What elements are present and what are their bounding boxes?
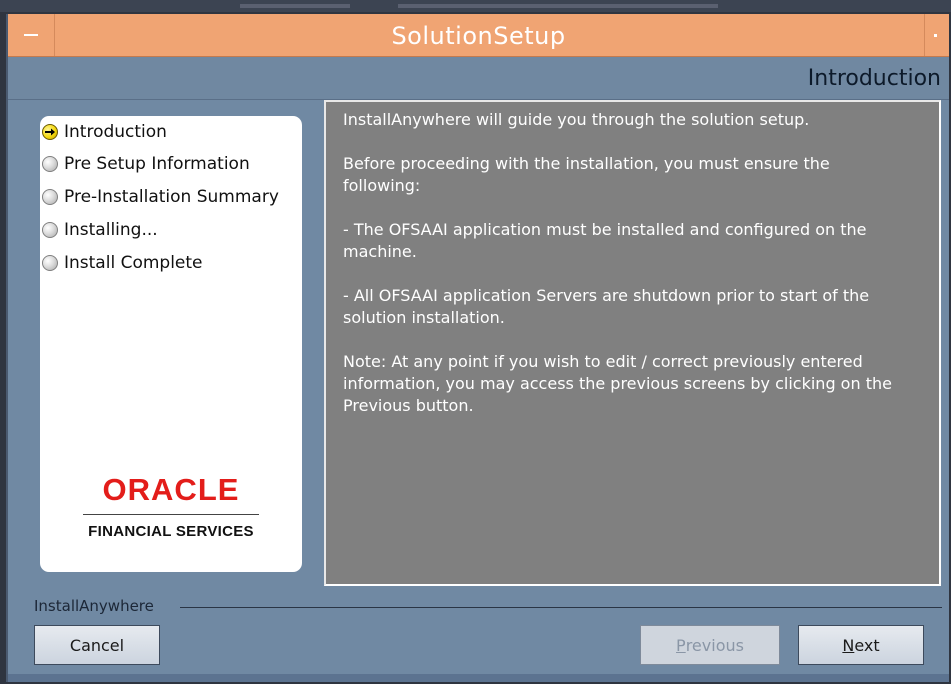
maximize-icon: [934, 34, 937, 37]
installer-window: SolutionSetup Introduction Introduction …: [6, 14, 949, 682]
previous-label-rest: revious: [685, 635, 744, 655]
taskbar-segment: [398, 4, 718, 8]
steps-panel: Introduction Pre Setup Information Pre-I…: [40, 116, 302, 572]
step-item-pre-setup-information: Pre Setup Information: [42, 153, 250, 175]
step-label: Pre-Installation Summary: [64, 187, 279, 207]
step-item-introduction: Introduction: [42, 121, 167, 143]
pending-step-icon: [42, 255, 58, 271]
previous-button[interactable]: Previous: [640, 625, 780, 665]
step-label: Pre Setup Information: [64, 154, 250, 174]
next-button[interactable]: Next: [798, 625, 924, 665]
oracle-logo: ORACLE FINANCIAL SERVICES: [40, 472, 302, 540]
step-item-installing: Installing...: [42, 219, 158, 241]
logo-divider: [83, 514, 259, 515]
installanywhere-label: InstallAnywhere: [34, 597, 154, 615]
pending-step-icon: [42, 156, 58, 172]
pending-step-icon: [42, 189, 58, 205]
pending-step-icon: [42, 222, 58, 238]
window-title: SolutionSetup: [391, 22, 566, 50]
taskbar-segment: [240, 4, 350, 8]
step-label: Installing...: [64, 220, 158, 240]
previous-mnemonic: P: [676, 635, 686, 655]
title-bar[interactable]: SolutionSetup: [8, 14, 949, 57]
window-control-button[interactable]: [924, 14, 949, 56]
content-paragraph: Before proceeding with the installation,…: [343, 154, 830, 195]
cancel-button[interactable]: Cancel: [34, 625, 160, 665]
step-item-install-complete: Install Complete: [42, 252, 203, 274]
content-paragraph: - The OFSAAI application must be install…: [343, 220, 867, 261]
next-mnemonic: N: [842, 635, 855, 655]
content-paragraph: Note: At any point if you wish to edit /…: [343, 352, 892, 415]
step-label: Install Complete: [64, 253, 203, 273]
content-paragraph: - All OFSAAI application Servers are shu…: [343, 286, 870, 327]
footer-divider: [180, 607, 942, 608]
content-paragraph: InstallAnywhere will guide you through t…: [343, 110, 810, 129]
step-item-pre-installation-summary: Pre-Installation Summary: [42, 186, 279, 208]
logo-subtitle: FINANCIAL SERVICES: [88, 523, 254, 540]
desktop-top-strip: [0, 0, 951, 12]
step-header: Introduction: [8, 57, 949, 100]
content-panel: InstallAnywhere will guide you through t…: [324, 100, 941, 586]
window-bottom-edge: [8, 674, 949, 682]
step-title: Introduction: [807, 66, 941, 91]
next-label-rest: ext: [854, 635, 880, 655]
oracle-wordmark: ORACLE: [102, 472, 240, 507]
step-label: Introduction: [64, 122, 167, 142]
current-step-arrow-icon: [42, 124, 58, 140]
